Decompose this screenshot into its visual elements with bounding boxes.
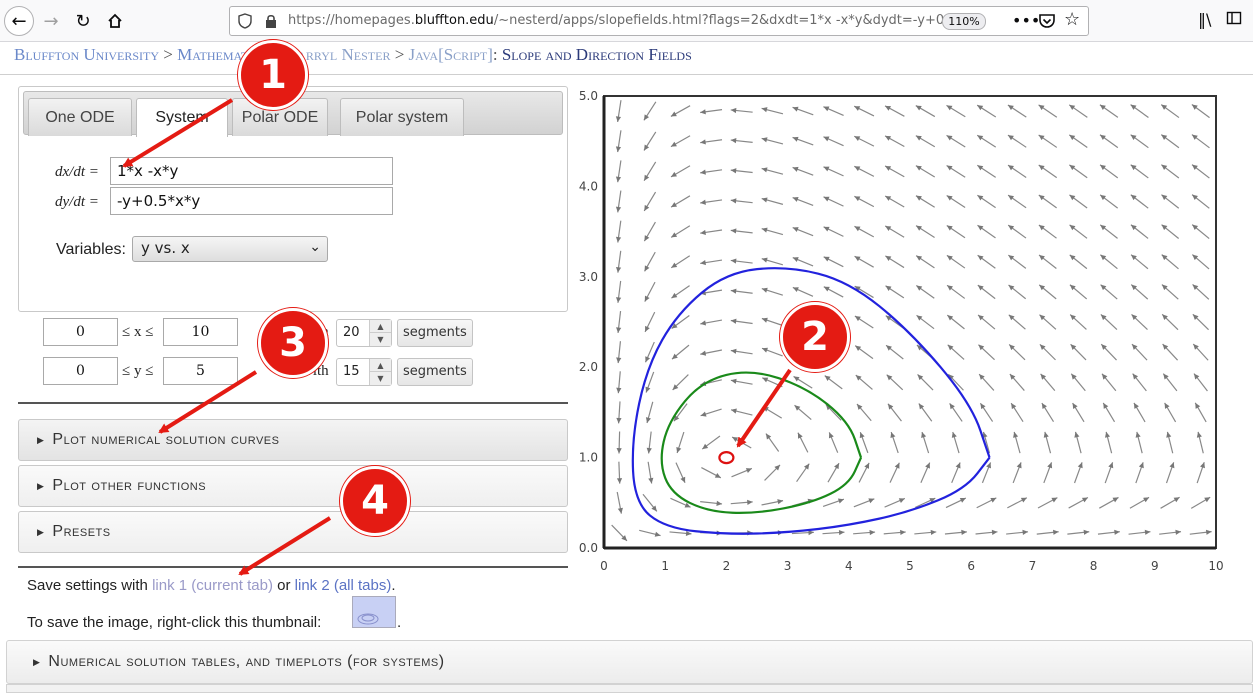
stepper-up-icon[interactable]: ▲ <box>369 320 391 333</box>
plot-other-functions-accordion[interactable]: ▶ Plot other functions <box>18 465 568 507</box>
breadcrumb-link-university[interactable]: Bluffton University <box>14 45 159 64</box>
zoom-level[interactable]: 110% <box>942 13 986 30</box>
triangle-right-icon: ▶ <box>37 434 45 445</box>
url-text[interactable]: https://homepages.bluffton.edu/~nesterd/… <box>288 13 968 28</box>
plot-solution-curves-accordion[interactable]: ▶ Plot numerical solution curves <box>18 419 568 461</box>
stepper-up-icon[interactable]: ▲ <box>369 359 391 372</box>
save-settings-text: Save settings with link 1 (current tab) … <box>27 577 396 594</box>
lock-icon[interactable] <box>264 13 278 29</box>
annotation-badge-2: 2 <box>780 302 850 372</box>
presets-accordion[interactable]: ▶ Presets <box>18 511 568 553</box>
tab-polar-system[interactable]: Polar system <box>340 98 464 136</box>
home-icon[interactable] <box>100 6 130 36</box>
y-tick-label: 3.0 <box>579 270 598 284</box>
page-actions-icon[interactable]: ••• <box>1012 11 1040 30</box>
stepper-down-icon[interactable]: ▼ <box>369 333 391 346</box>
triangle-right-icon: ▶ <box>33 656 41 667</box>
annotation-badge-4: 4 <box>340 466 410 536</box>
x-tick-label: 0 <box>600 559 608 573</box>
stepper-down-icon[interactable]: ▼ <box>369 372 391 385</box>
save-link-current-tab[interactable]: link 1 (current tab) <box>152 577 273 594</box>
variables-select[interactable]: y vs. x ⌄ <box>132 236 328 262</box>
dxdt-input[interactable]: 1*x -x*y <box>110 157 393 185</box>
y-tick-label: 1.0 <box>579 451 598 465</box>
numerical-tables-accordion[interactable]: ▶ Numerical solution tables, and timeplo… <box>6 640 1253 684</box>
back-arrow-icon[interactable]: ← <box>4 6 34 36</box>
breadcrumb: Bluffton University > Mathematics > Darr… <box>14 45 692 64</box>
plot-thumbnail[interactable] <box>352 596 396 628</box>
triangle-right-icon: ▶ <box>37 526 45 537</box>
x-tick-label: 2 <box>723 559 731 573</box>
reload-icon[interactable]: ↻ <box>68 6 98 36</box>
x-tick-label: 3 <box>784 559 792 573</box>
x-tick-label: 5 <box>906 559 914 573</box>
x-tick-label: 1 <box>661 559 669 573</box>
x-segments-label: segments <box>397 319 473 347</box>
slope-field-plot[interactable]: 0 1 2 3 4 5 6 7 8 9 10 0.0 1.0 2.0 3.0 4.0 5.0 <box>570 88 1238 576</box>
plot-frame <box>603 95 1217 549</box>
y-segments-stepper[interactable]: 15 ▲ ▼ <box>336 358 392 386</box>
y-tick-label: 2.0 <box>579 360 598 374</box>
divider <box>0 74 1253 75</box>
dxdt-label: dx/dt = <box>55 164 99 180</box>
x-range-label: ≤ x ≤ <box>122 324 154 340</box>
x-tick-label: 7 <box>1029 559 1037 573</box>
bookmark-star-icon[interactable]: ☆ <box>1064 9 1080 30</box>
annotation-badge-3: 3 <box>258 308 328 378</box>
tab-one-ode[interactable]: One ODE <box>28 98 132 136</box>
y-segments-label: segments <box>397 358 473 386</box>
x-tick-label: 10 <box>1208 559 1223 573</box>
x-tick-label: 8 <box>1090 559 1098 573</box>
sidebar-icon[interactable] <box>1226 10 1242 30</box>
x-tick-label: 9 <box>1151 559 1159 573</box>
x-max-input[interactable]: 10 <box>163 318 238 346</box>
forward-arrow-icon[interactable]: → <box>36 6 66 36</box>
x-segments-stepper[interactable]: 20 ▲ ▼ <box>336 319 392 347</box>
save-link-all-tabs[interactable]: link 2 (all tabs) <box>295 577 392 594</box>
y-tick-label: 5.0 <box>579 89 598 103</box>
x-min-input[interactable]: 0 <box>43 318 118 346</box>
divider <box>18 402 568 404</box>
x-tick-label: 6 <box>967 559 975 573</box>
y-tick-label: 4.0 <box>579 179 598 193</box>
y-max-input[interactable]: 5 <box>163 357 238 385</box>
x-tick-label: 4 <box>845 559 853 573</box>
triangle-right-icon: ▶ <box>37 480 45 491</box>
variables-label: Variables: <box>56 241 126 258</box>
annotation-badge-1: 1 <box>238 40 308 110</box>
shield-icon[interactable] <box>238 13 252 29</box>
next-accordion-edge <box>6 684 1253 693</box>
divider <box>18 566 568 568</box>
y-tick-label: 0.0 <box>579 541 598 555</box>
pocket-icon[interactable] <box>1038 13 1056 29</box>
equation-panel: One ODE System Polar ODE Polar system dx… <box>18 86 568 312</box>
address-bar[interactable]: https://homepages.bluffton.edu/~nesterd/… <box>229 6 1089 36</box>
tab-system[interactable]: System <box>136 98 228 137</box>
save-image-text: To save the image, right-click this thum… <box>27 614 322 631</box>
browser-toolbar: ← → ↻ https://homepages.bluffton.edu/~ne… <box>0 0 1253 42</box>
y-min-input[interactable]: 0 <box>43 357 118 385</box>
dydt-label: dy/dt = <box>55 194 99 210</box>
page-title: Slope and Direction Fields <box>501 45 692 64</box>
y-range-label: ≤ y ≤ <box>122 363 154 379</box>
chevron-down-icon: ⌄ <box>309 239 321 255</box>
dydt-input[interactable]: -y+0.5*x*y <box>110 187 393 215</box>
library-icon[interactable]: ‖\ <box>1198 10 1211 29</box>
breadcrumb-link-javascript[interactable]: Java[Script] <box>409 45 493 64</box>
